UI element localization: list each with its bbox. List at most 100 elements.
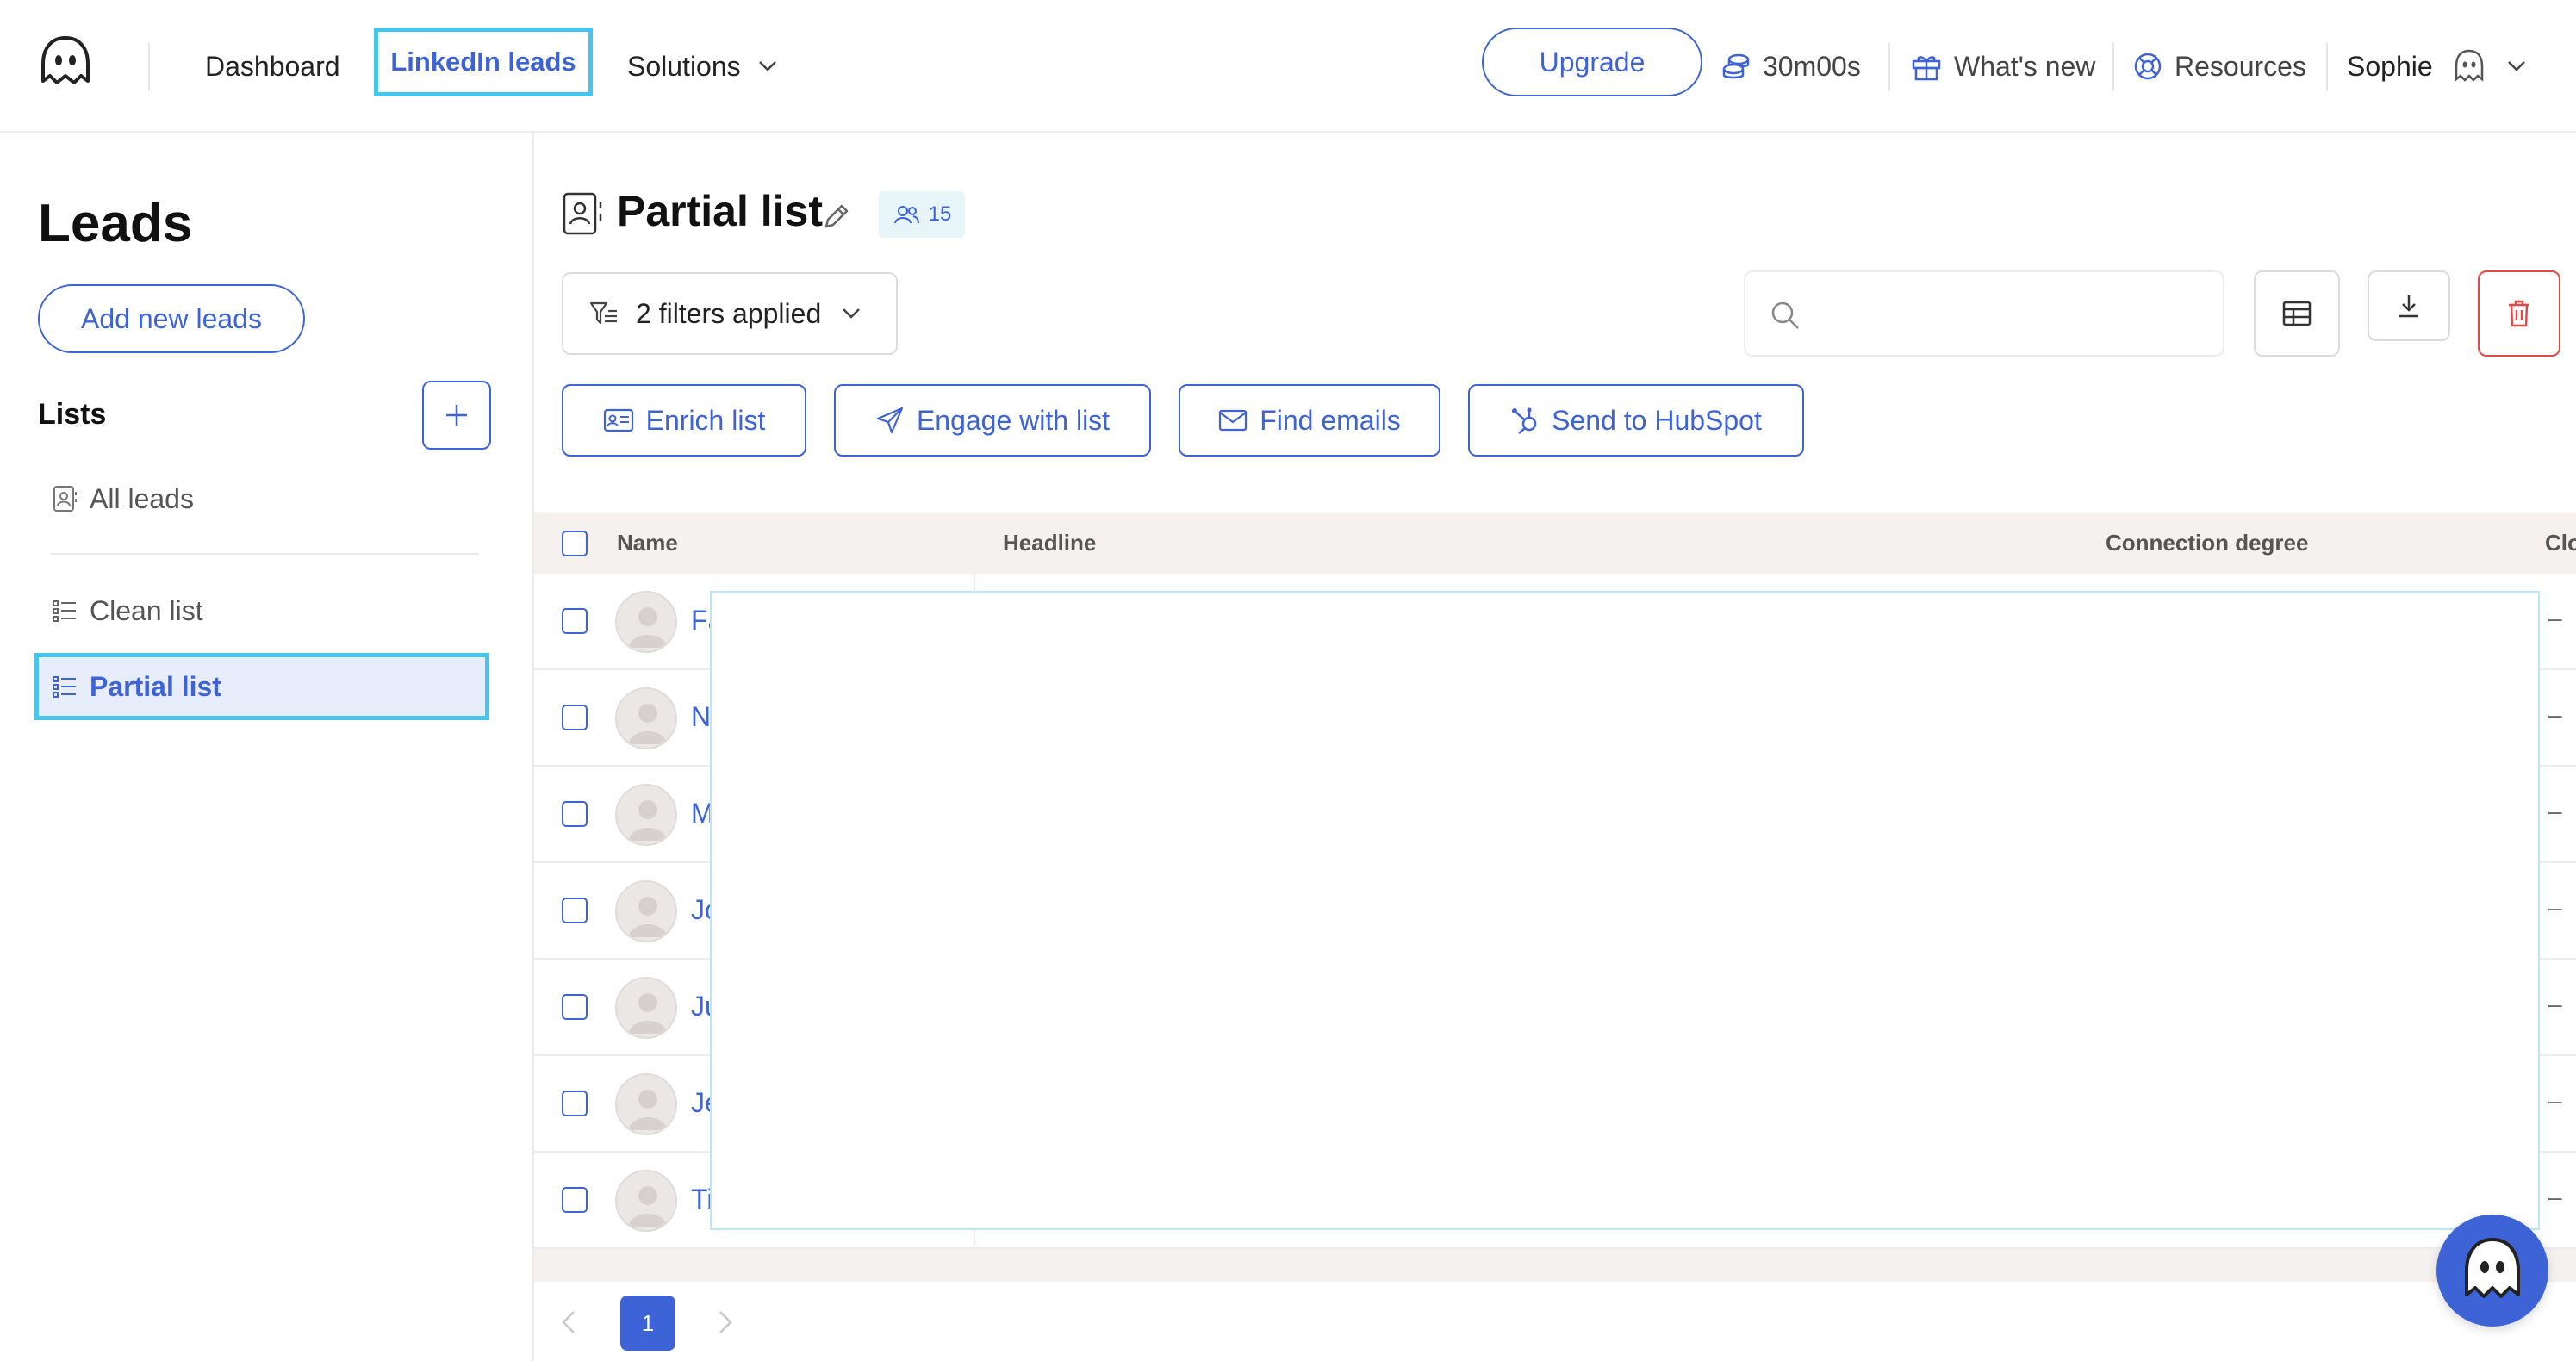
avatar [615,1170,677,1232]
avatar [615,880,677,942]
divider [148,43,150,91]
page-number-button[interactable]: 1 [620,1296,675,1351]
nav-dashboard[interactable]: Dashboard [205,0,340,133]
trash-icon [2509,300,2529,327]
search-box [1744,270,2224,357]
sidebar-item-clean-list[interactable]: Clean list [34,577,488,644]
table-view-button[interactable] [2254,270,2340,357]
table-icon [2282,301,2312,326]
cell-value: – [2548,1087,2562,1114]
sidebar-item-label: Clean list [90,594,203,626]
pencil-icon[interactable] [822,202,851,231]
user-menu[interactable]: Sophie [2347,0,2538,133]
delete-list-button[interactable] [2478,270,2560,357]
find-emails-button[interactable]: Find emails [1179,384,1440,457]
column-header-clo[interactable]: Clo [2545,512,2576,574]
sidebar-title: Leads [38,194,193,253]
resources-label: Resources [2175,50,2306,82]
lists-heading: Lists [38,398,107,431]
nav-linkedin-leads[interactable]: LinkedIn leads [374,28,593,96]
lead-name[interactable]: N [691,701,711,733]
row-checkbox[interactable] [562,705,588,730]
add-new-leads-button[interactable]: Add new leads [38,284,305,353]
chevron-down-icon [2507,61,2525,71]
whats-new-label: What's new [1954,50,2096,82]
cell-value: – [2548,605,2562,631]
cell-value: – [2548,894,2562,921]
download-button[interactable] [2368,270,2450,341]
chevron-down-icon [758,61,776,71]
enrich-list-button[interactable]: Enrich list [562,384,806,457]
sidebar-item-all-leads[interactable]: All leads [34,465,488,532]
contact-card-icon [563,192,602,235]
chat-support-button[interactable] [2436,1215,2548,1327]
row-checkbox[interactable] [562,1091,588,1116]
send-to-hubspot-label: Send to HubSpot [1552,404,1762,436]
gift-icon [1912,56,1941,81]
divider [2112,43,2114,91]
whats-new-link[interactable]: What's new [1911,0,2095,133]
chevron-down-icon [843,308,861,319]
chevron-right-icon[interactable] [717,1309,734,1335]
contact-card-icon [53,486,77,512]
ghost-icon [2465,1238,2520,1298]
find-emails-label: Find emails [1260,404,1401,436]
sidebar-item-partial-list[interactable]: Partial list [34,653,489,720]
avatar [615,687,677,749]
avatar [615,1073,677,1135]
row-checkbox[interactable] [562,608,588,634]
column-header-headline[interactable]: Headline [1003,512,1096,574]
cell-value: – [2548,701,2562,728]
resources-link[interactable]: Resources [2133,0,2306,133]
mail-icon [1219,409,1248,432]
chevron-left-icon[interactable] [560,1309,577,1335]
search-input[interactable] [1814,289,2211,341]
filters-label: 2 filters applied [636,297,822,329]
column-header-connection-degree[interactable]: Connection degree [2106,512,2308,574]
list-icon [53,676,76,698]
cell-value: – [2548,991,2562,1017]
user-name: Sophie [2347,50,2433,82]
sidebar-item-label: All leads [90,482,194,514]
send-icon [876,407,904,434]
row-checkbox[interactable] [562,994,588,1020]
cell-value: – [2548,1184,2562,1210]
add-list-button[interactable] [422,381,491,450]
divider [1888,43,1890,91]
member-count: 15 [928,202,952,226]
ghost-logo-icon[interactable] [36,33,95,93]
nav-solutions[interactable]: Solutions [627,0,777,133]
send-to-hubspot-button[interactable]: Send to HubSpot [1468,384,1804,457]
coins-icon [1722,53,1750,79]
column-header-name[interactable]: Name [617,512,678,574]
engage-with-list-button[interactable]: Engage with list [834,384,1151,457]
filters-dropdown[interactable]: 2 filters applied [562,272,898,355]
row-checkbox[interactable] [562,801,588,827]
avatar [615,784,677,846]
table-header: Name Headline Connection degree Clo [534,512,2576,574]
plus-icon [446,405,467,426]
top-bar: Dashboard LinkedIn leads Solutions Upgra… [0,0,2576,133]
list-icon [53,600,76,622]
credits-display[interactable]: 30m00s [1721,0,1861,133]
sidebar: Leads Add new leads Lists All leads Clea… [0,133,534,1361]
cell-value: – [2548,798,2562,824]
upgrade-button[interactable]: Upgrade [1482,28,1702,96]
engage-with-list-label: Engage with list [916,404,1111,436]
divider [2326,43,2328,91]
select-all-checkbox[interactable] [562,531,588,556]
hubspot-icon [1512,407,1537,434]
search-icon [1771,301,1799,329]
users-icon [893,206,919,224]
id-card-icon [603,408,633,432]
avatar [2455,49,2483,82]
divider [50,553,479,555]
credits-value: 30m00s [1763,50,1861,82]
filter-icon [589,301,617,325]
sidebar-item-label: Partial list [90,670,221,702]
row-checkbox[interactable] [562,1187,588,1213]
avatar [615,591,677,653]
enrich-list-label: Enrich list [645,404,766,436]
row-checkbox[interactable] [562,898,588,923]
loading-overlay [710,591,2540,1230]
